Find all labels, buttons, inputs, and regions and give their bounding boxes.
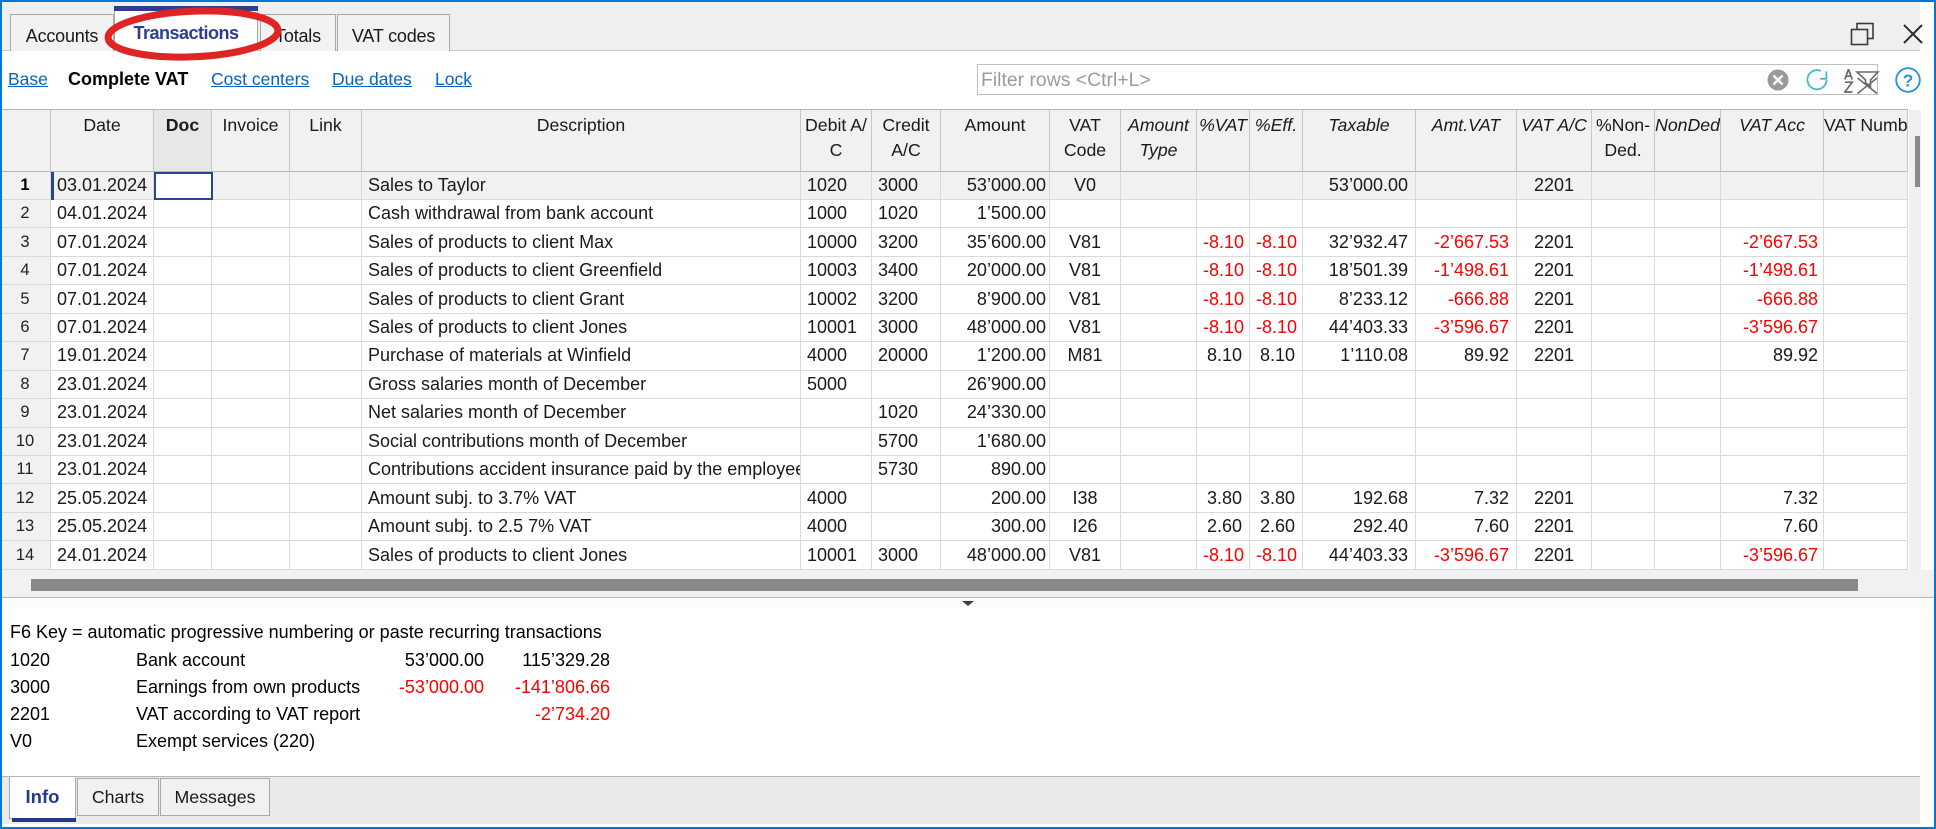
svg-text:?: ? — [1903, 71, 1914, 91]
